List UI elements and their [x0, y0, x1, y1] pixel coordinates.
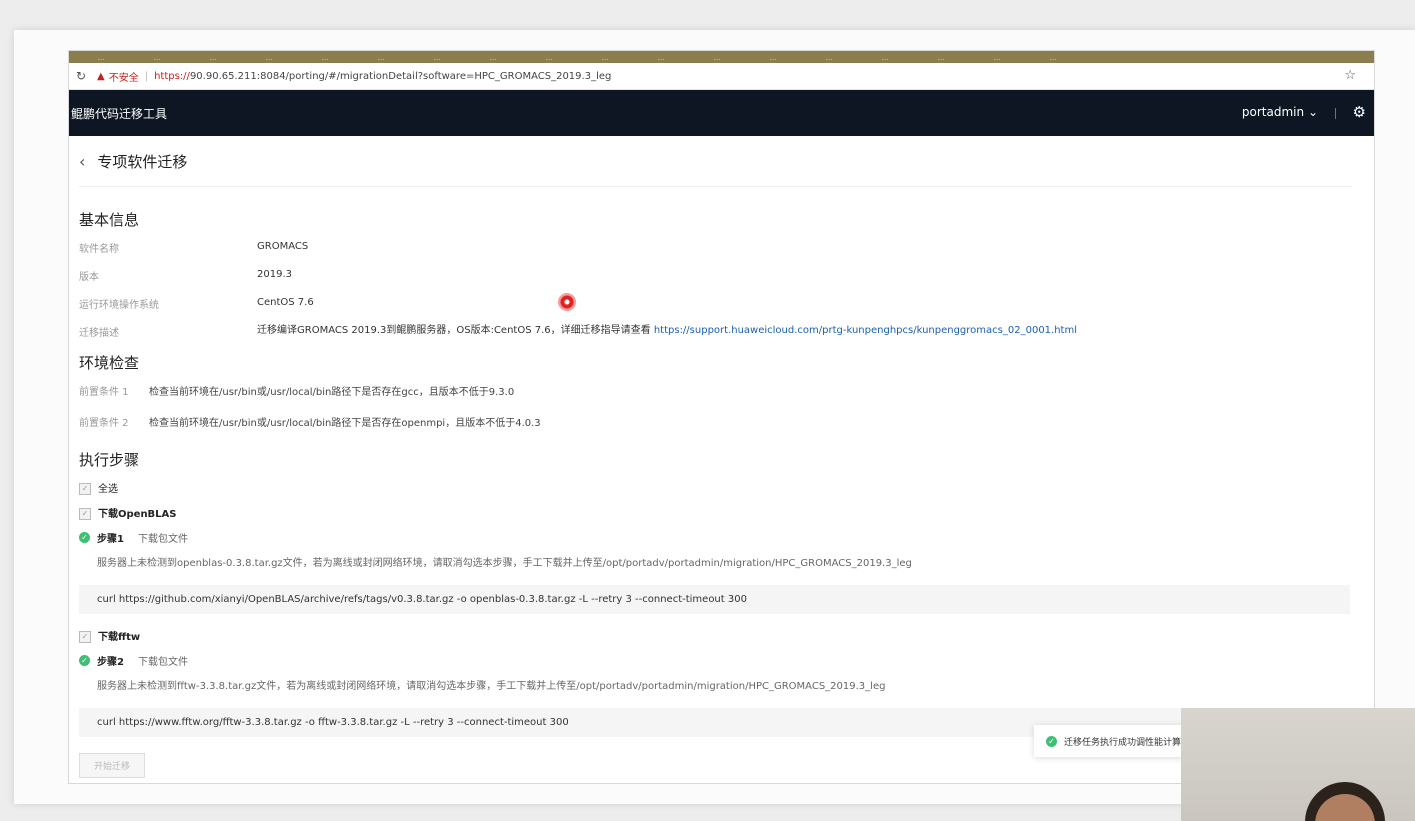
browser-tab[interactable]: ... [803, 54, 855, 63]
url-scheme: https:// [154, 70, 190, 82]
group-checkbox[interactable]: ✓ [79, 631, 91, 643]
browser-tab[interactable]: ... [579, 54, 631, 63]
browser-tab[interactable]: ... [747, 54, 799, 63]
app-header: 鲲鹏代码迁移工具 portadmin ⌄ ⚙ [69, 90, 1374, 136]
browser-tab[interactable]: ... [243, 54, 295, 63]
info-value: 迁移编译GROMACS 2019.3到鲲鹏服务器，OS版本:CentOS 7.6… [257, 324, 1364, 339]
header-divider [1335, 108, 1336, 119]
address-separator: | [144, 70, 149, 82]
info-row-os: 运行环境操作系统 CentOS 7.6 [79, 296, 1364, 311]
step-note: 服务器上未检测到fftw-3.3.8.tar.gz文件，若为离线或封闭网络环境，… [97, 681, 886, 692]
info-value: GROMACS [257, 241, 309, 252]
browser-tab[interactable]: ... [859, 54, 911, 63]
tab-strip: ... ... ... ... ... ... ... ... ... ... … [69, 51, 1374, 63]
bookmark-star-icon[interactable]: ☆ [1344, 68, 1356, 83]
browser-tab[interactable]: ... [635, 54, 687, 63]
chevron-down-icon: ⌄ [1307, 105, 1318, 119]
steps-heading: 执行步骤 [79, 451, 140, 469]
browser-tab[interactable]: ... [187, 54, 239, 63]
info-label: 迁移描述 [79, 328, 119, 339]
step-desc: 下载包文件 [137, 534, 188, 545]
info-row-version: 版本 2019.3 [79, 268, 1364, 283]
basic-info-heading: 基本信息 [79, 211, 140, 229]
info-label: 软件名称 [79, 244, 119, 255]
group-label: 下载fftw [98, 632, 141, 643]
env-row: 前置条件 2 检查当前环境在/usr/bin或/usr/local/bin路径下… [79, 414, 1364, 429]
page-title: 专项软件迁移 [97, 152, 188, 171]
toast-text: 迁移任务执行成功调性能计算 [1064, 737, 1182, 748]
env-value: 检查当前环境在/usr/bin或/usr/local/bin路径下是否存在ope… [149, 418, 541, 429]
step-row: ✓ 步骤2 下载包文件 [79, 653, 1364, 668]
group-row: ✓ 下载fftw [79, 628, 1364, 643]
env-check-heading: 环境检查 [79, 354, 140, 372]
info-label: 运行环境操作系统 [79, 300, 159, 311]
check-circle-icon: ✓ [79, 655, 90, 666]
main-content: ‹ 专项软件迁移 基本信息 软件名称 GROMACS 版本 2019.3 运行环… [69, 136, 1374, 778]
browser-tab[interactable]: ... [299, 54, 351, 63]
browser-tab[interactable]: ... [411, 54, 463, 63]
description-text: 迁移编译GROMACS 2019.3到鲲鹏服务器，OS版本:CentOS 7.6… [257, 325, 654, 336]
address-bar[interactable]: ↻ ▲ 不安全 | https:// 90.90.65.211:8084/por… [69, 63, 1374, 90]
browser-tab[interactable]: ... [75, 54, 127, 63]
browser-tab[interactable]: ... [523, 54, 575, 63]
browser-tab[interactable]: ... [355, 54, 407, 63]
browser-tab[interactable]: ... [131, 54, 183, 63]
back-arrow-icon[interactable]: ‹ [79, 152, 85, 171]
reload-icon[interactable]: ↻ [69, 69, 93, 83]
page-header: ‹ 专项软件迁移 [79, 136, 1352, 187]
browser-tab[interactable]: ... [467, 54, 519, 63]
select-all-checkbox[interactable]: ✓ [79, 483, 91, 495]
group-row: ✓ 下载OpenBLAS [79, 505, 1364, 520]
info-value: 2019.3 [257, 269, 292, 280]
user-name: portadmin [1241, 105, 1305, 119]
check-circle-icon: ✓ [79, 532, 90, 543]
command-block: curl https://github.com/xianyi/OpenBLAS/… [79, 585, 1350, 614]
env-row: 前置条件 1 检查当前环境在/usr/bin或/usr/local/bin路径下… [79, 383, 1364, 398]
warning-icon: ▲ [97, 70, 105, 82]
step-desc: 下载包文件 [137, 657, 188, 668]
env-label: 前置条件 1 [79, 387, 129, 398]
info-label: 版本 [79, 272, 99, 283]
browser-tab[interactable]: ... [691, 54, 743, 63]
browser-tab[interactable]: ... [971, 54, 1023, 63]
group-checkbox[interactable]: ✓ [79, 508, 91, 520]
insecure-label: 不安全 [108, 72, 139, 84]
group-label: 下载OpenBLAS [98, 509, 177, 520]
step-note: 服务器上未检测到openblas-0.3.8.tar.gz文件，若为离线或封闭网… [97, 558, 912, 569]
info-row-name: 软件名称 GROMACS [79, 240, 1364, 255]
step-name: 步骤1 [97, 534, 124, 545]
browser-tab[interactable]: ... [915, 54, 967, 63]
select-all-label: 全选 [98, 484, 118, 495]
info-value: CentOS 7.6 [257, 297, 314, 308]
webcam-overlay [1181, 708, 1415, 821]
info-row-description: 迁移描述 迁移编译GROMACS 2019.3到鲲鹏服务器，OS版本:CentO… [79, 324, 1364, 339]
app-title: 鲲鹏代码迁移工具 [71, 106, 168, 121]
start-migration-button[interactable]: 开始迁移 [79, 753, 146, 778]
env-value: 检查当前环境在/usr/bin或/usr/local/bin路径下是否存在gcc… [149, 387, 515, 398]
success-toast: ✓ 迁移任务执行成功调性能计算 [1034, 725, 1184, 757]
select-all-row: ✓ 全选 [79, 480, 1364, 495]
url-text: 90.90.65.211:8084/porting/#/migrationDet… [189, 70, 612, 82]
env-label: 前置条件 2 [79, 418, 129, 429]
browser-tab[interactable]: ... [1027, 54, 1079, 63]
step-name: 步骤2 [97, 657, 124, 668]
cursor-highlight [558, 293, 576, 311]
guide-link[interactable]: https://support.huaweicloud.com/prtg-kun… [654, 325, 1077, 336]
check-circle-icon: ✓ [1046, 735, 1057, 747]
step-row: ✓ 步骤1 下载包文件 [79, 530, 1364, 545]
gear-icon[interactable]: ⚙ [1353, 103, 1366, 121]
user-menu[interactable]: portadmin ⌄ [1242, 105, 1318, 119]
browser-window: ... ... ... ... ... ... ... ... ... ... … [68, 50, 1375, 784]
